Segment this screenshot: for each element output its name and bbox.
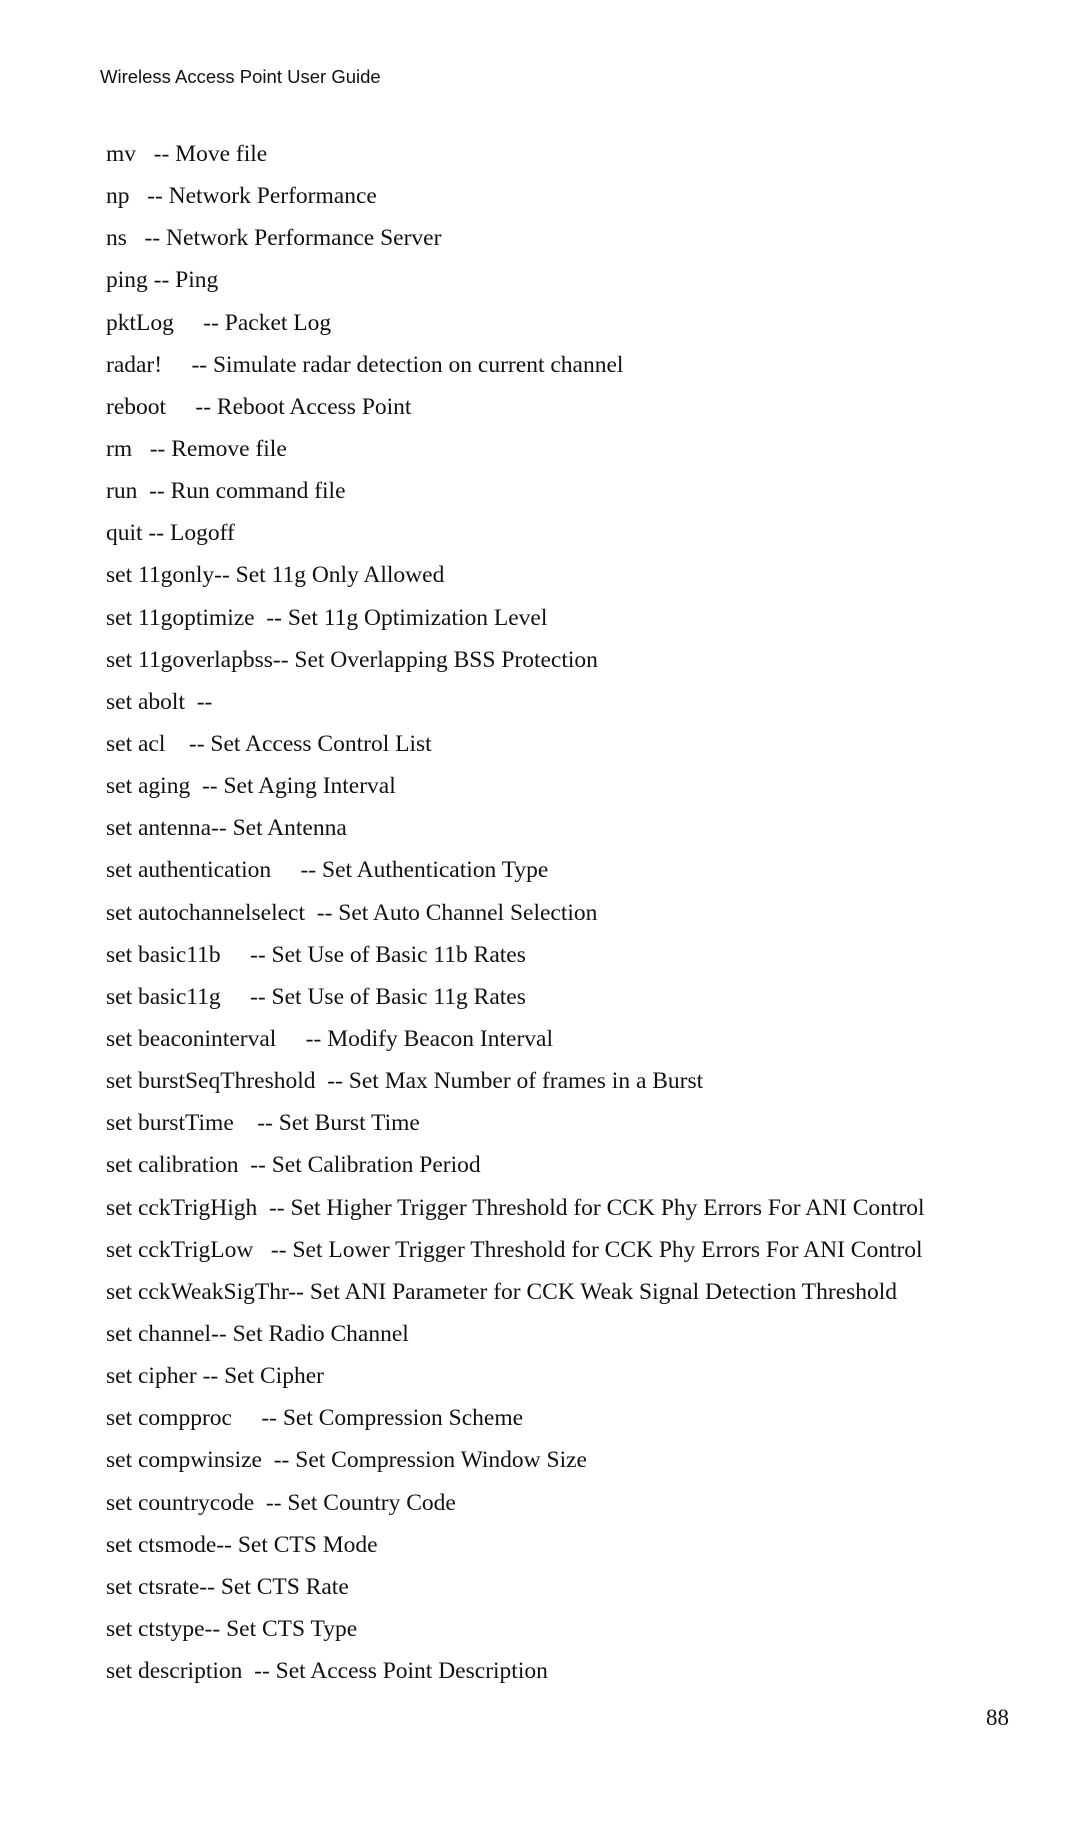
command-line: np -- Network Performance [106,183,377,210]
command-line: set ctsmode-- Set CTS Mode [106,1531,378,1558]
command-line: set beaconinterval -- Modify Beacon Inte… [106,1025,553,1052]
command-line: set 11goverlapbss-- Set Overlapping BSS … [106,646,598,673]
command-line: set description -- Set Access Point Desc… [106,1658,548,1685]
command-line: set compproc -- Set Compression Scheme [106,1405,524,1432]
command-line: rm -- Remove file [106,435,287,462]
command-line: set aging -- Set Aging Interval [106,773,396,800]
command-line: set channel-- Set Radio Channel [106,1320,409,1347]
command-line: set abolt -- [106,688,213,715]
command-line: mv -- Move file [106,141,268,167]
command-line: ns -- Network Performance Server [106,225,442,252]
command-line: run -- Run command file [106,478,346,505]
command-line: set cckWeakSigThr-- Set ANI Parameter fo… [106,1278,898,1305]
command-line: set compwinsize -- Set Compression Windo… [106,1447,587,1474]
command-line: quit -- Logoff [106,520,235,547]
command-line: set countrycode -- Set Country Code [106,1489,456,1516]
command-line: set cipher -- Set Cipher [106,1363,324,1390]
command-line: set ctsrate-- Set CTS Rate [106,1573,349,1600]
command-line: set autochannelselect -- Set Auto Channe… [106,899,598,926]
running-header: Wireless Access Point User Guide [100,66,381,87]
command-line: set cckTrigHigh -- Set Higher Trigger Th… [106,1194,925,1221]
command-line: set burstTime -- Set Burst Time [106,1110,420,1137]
command-line: set basic11g -- Set Use of Basic 11g Rat… [106,983,526,1010]
command-line: set acl -- Set Access Control List [106,730,432,757]
page-number: 88 [986,1705,1009,1730]
command-line: set antenna-- Set Antenna [106,815,347,842]
command-line: ping -- Ping [106,267,219,294]
command-line: pktLog -- Packet Log [106,309,332,336]
command-list: mv -- Move file np -- Network Performanc… [106,133,925,1692]
command-line: set burstSeqThreshold -- Set Max Number … [106,1068,704,1095]
command-line: set authentication -- Set Authentication… [106,857,549,884]
command-line: set 11goptimize -- Set 11g Optimization … [106,604,548,631]
command-line: set cckTrigLow -- Set Lower Trigger Thre… [106,1236,923,1263]
command-line: reboot -- Reboot Access Point [106,393,412,420]
command-line: set calibration -- Set Calibration Perio… [106,1152,481,1179]
command-line: radar! -- Simulate radar detection on cu… [106,351,624,378]
command-line: set basic11b -- Set Use of Basic 11b Rat… [106,941,526,968]
command-line: set 11gonly-- Set 11g Only Allowed [106,562,445,589]
command-line: set ctstype-- Set CTS Type [106,1615,358,1642]
